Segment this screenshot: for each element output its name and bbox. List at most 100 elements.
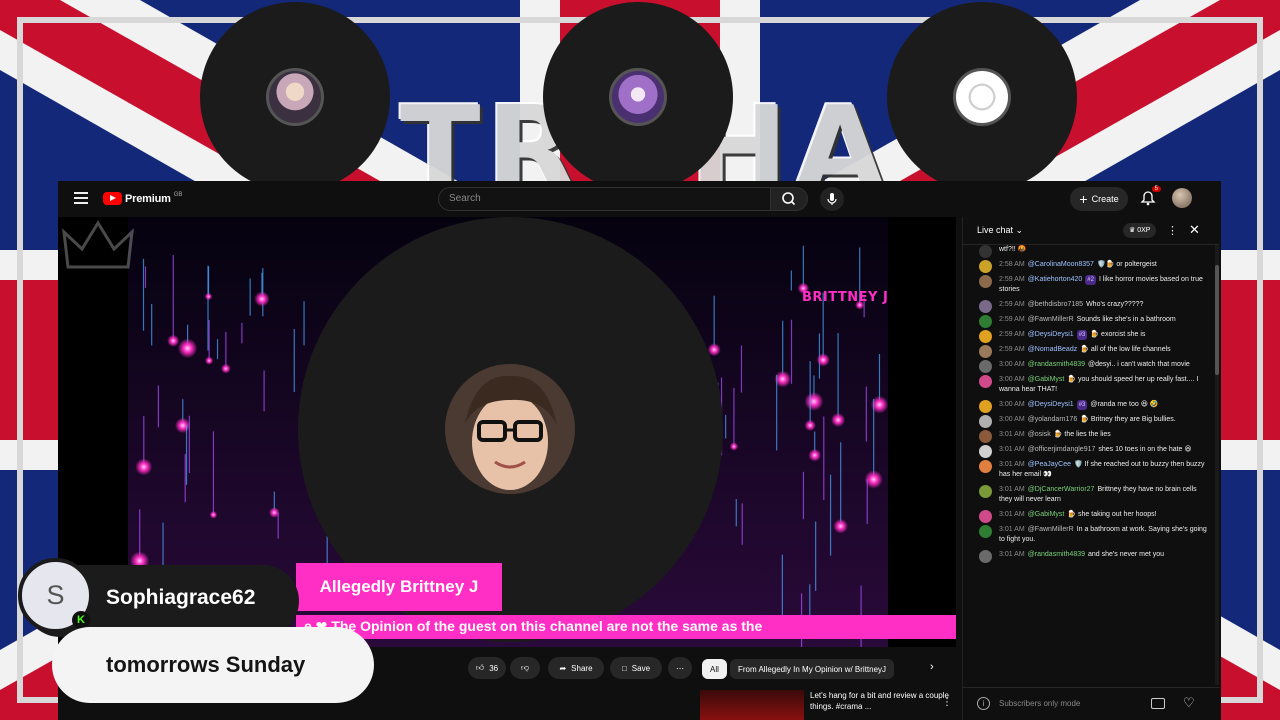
dislike-button[interactable]: 👎︎ — [510, 657, 540, 679]
chat-author-avatar[interactable] — [979, 245, 992, 258]
chat-author-name[interactable]: @PeaJayCee — [1028, 461, 1071, 468]
close-icon[interactable]: ✕ — [1189, 222, 1200, 238]
more-actions-button[interactable]: ⋯ — [668, 657, 692, 679]
xp-badge[interactable]: ♛ 0XP — [1123, 223, 1157, 238]
chat-author-name[interactable]: @yolandarn176 — [1028, 416, 1078, 423]
chat-author-avatar[interactable] — [979, 430, 992, 443]
chat-author-avatar[interactable] — [979, 360, 992, 373]
chat-message-text: wtf?!! 🤬 — [999, 246, 1027, 253]
heart-icon[interactable]: ♡ — [1183, 695, 1195, 711]
notifications-button[interactable]: 5 — [1138, 186, 1161, 208]
chat-more-icon[interactable]: ⋮ — [1167, 224, 1178, 237]
crown-icon: ♛ — [1129, 227, 1136, 234]
chat-author-avatar[interactable] — [979, 460, 992, 473]
chat-message-text: 🍺 she taking out her hoops! — [1067, 511, 1157, 518]
chat-scrollbar[interactable] — [1215, 245, 1219, 685]
chat-author-name[interactable]: @Katiehorton420 — [1028, 276, 1083, 283]
chat-timestamp: 3:00 AM — [999, 376, 1025, 383]
chat-author-avatar[interactable] — [979, 375, 992, 388]
notification-badge: 5 — [1151, 186, 1161, 192]
save-button[interactable]: □ Save — [610, 657, 662, 679]
chat-author-avatar[interactable] — [979, 445, 992, 458]
chat-author-name[interactable]: @officerjimdangle917 — [1028, 446, 1096, 453]
chat-author-avatar[interactable] — [979, 260, 992, 273]
chat-author-name[interactable]: @NomadBeadz — [1028, 346, 1078, 353]
chat-author-avatar[interactable] — [979, 485, 992, 498]
info-icon[interactable]: i — [977, 697, 990, 710]
guest-slot-1 — [200, 2, 390, 192]
chat-message-text: 🛡️🍺 or poltergeist — [1096, 261, 1157, 268]
brand-label: BRITTNEY J — [802, 290, 889, 305]
chat-timestamp: 3:00 AM — [999, 401, 1025, 408]
sparkle-glow — [804, 419, 816, 432]
chat-author-name[interactable]: @randasmith4839 — [1028, 551, 1085, 558]
sparkle-glow — [135, 458, 153, 476]
chat-author-avatar[interactable] — [979, 400, 992, 413]
sparkle-glow — [175, 417, 191, 434]
chat-author-avatar[interactable] — [979, 275, 992, 288]
chat-rank-badge: #2 — [1085, 275, 1096, 285]
chat-author-name[interactable]: @DjCancerWarrior27 — [1028, 486, 1095, 493]
chat-author-name[interactable]: @FawnMillerR — [1028, 316, 1074, 323]
chat-message: 3:01 AM @GabiMyst 🍺 she taking out her hoo… — [977, 510, 1215, 523]
chat-author-name[interactable]: @randasmith4839 — [1028, 361, 1085, 368]
sparkle-glow — [808, 448, 822, 462]
chat-timestamp: 3:01 AM — [999, 431, 1025, 438]
chat-message-text: 🍺 all of the low life channels — [1080, 346, 1171, 353]
chat-author-avatar[interactable] — [979, 345, 992, 358]
chat-message: 3:01 AM @PeaJayCee 🛡️ If she reached out t… — [977, 460, 1215, 480]
chip-from-channel[interactable]: From Allegedly In My Opinion w/ Brittney… — [730, 659, 895, 679]
chat-author-avatar[interactable] — [979, 525, 992, 538]
chat-message: 3:01 AM @osisk 🍺 the lies the lies — [977, 430, 1215, 443]
sparkle-glow — [177, 338, 198, 359]
gift-icon[interactable] — [1151, 698, 1165, 709]
menu-icon[interactable] — [74, 192, 88, 204]
sparkle-glow — [209, 510, 218, 519]
chat-author-name[interactable]: @osisk — [1028, 431, 1051, 438]
chat-message-text: and she's never met you — [1088, 551, 1165, 558]
chat-author-name[interactable]: @bethdisbro7185 — [1028, 301, 1083, 308]
recommendation-thumbnail[interactable] — [700, 690, 804, 720]
search-input[interactable]: Search — [438, 187, 771, 211]
chat-input-bar: i Subscribers only mode ♡ — [963, 687, 1220, 720]
chat-messages: wtf?!! 🤬 2:58 AM @CarolinaMoon8357 🛡️🍺 or p… — [963, 245, 1215, 685]
highlight-username: Sophiagrace62 — [106, 586, 256, 609]
chat-message-text: @randa me too 😆 🤣 — [1090, 401, 1159, 408]
chat-author-avatar[interactable] — [979, 550, 992, 563]
chat-author-name[interactable]: @CarolinaMoon8357 — [1028, 261, 1094, 268]
recommendation-title[interactable]: Let's hang for a bit and review a couple… — [810, 690, 950, 712]
chat-author-avatar[interactable] — [979, 510, 992, 523]
chat-author-avatar[interactable] — [979, 300, 992, 313]
like-button[interactable]: 👍︎ 36 — [468, 657, 506, 679]
save-label: Save — [631, 663, 651, 673]
chat-author-avatar[interactable] — [979, 415, 992, 428]
chat-author-name[interactable]: @DeysiDeysi1 — [1028, 331, 1074, 338]
chip-all[interactable]: All — [702, 659, 727, 679]
chat-author-name[interactable]: @GabiMyst — [1028, 376, 1065, 383]
sparkle-glow — [204, 292, 213, 301]
chat-author-name[interactable]: @DeysiDeysi1 — [1028, 401, 1074, 408]
voice-search-button[interactable] — [820, 187, 844, 211]
chat-author-avatar[interactable] — [979, 330, 992, 343]
chat-message-text: @desyi.. i can't watch that movie — [1088, 361, 1190, 368]
chat-author-name[interactable]: @GabiMyst — [1028, 511, 1065, 518]
chat-message: 3:00 AM @yolandarn176 🍺 Britney they are B… — [977, 415, 1215, 428]
account-avatar[interactable] — [1172, 188, 1192, 208]
sparkle-glow — [204, 356, 214, 365]
host-avatar — [445, 364, 575, 494]
chat-author-avatar[interactable] — [979, 315, 992, 328]
search-button[interactable] — [770, 187, 808, 211]
recommendation-menu-icon[interactable]: ⋮ — [942, 697, 952, 708]
chat-timestamp: 2:59 AM — [999, 276, 1025, 283]
live-chat-dropdown[interactable]: Live chat ⌄ — [977, 225, 1023, 236]
host-portrait — [445, 364, 575, 494]
youtube-logo[interactable]: Premium GB — [103, 192, 182, 205]
chat-message: 3:01 AM @FawnMillerR In a bathroom at work… — [977, 525, 1215, 545]
create-button[interactable]: + Create — [1070, 187, 1128, 211]
chat-author-name[interactable]: @FawnMillerR — [1028, 526, 1074, 533]
chat-timestamp: 2:59 AM — [999, 331, 1025, 338]
highlight-message: tomorrows Sunday — [52, 627, 374, 703]
share-button[interactable]: ➦ Share — [548, 657, 604, 679]
chevron-right-icon[interactable]: › — [930, 661, 934, 673]
chat-timestamp: 2:58 AM — [999, 261, 1025, 268]
